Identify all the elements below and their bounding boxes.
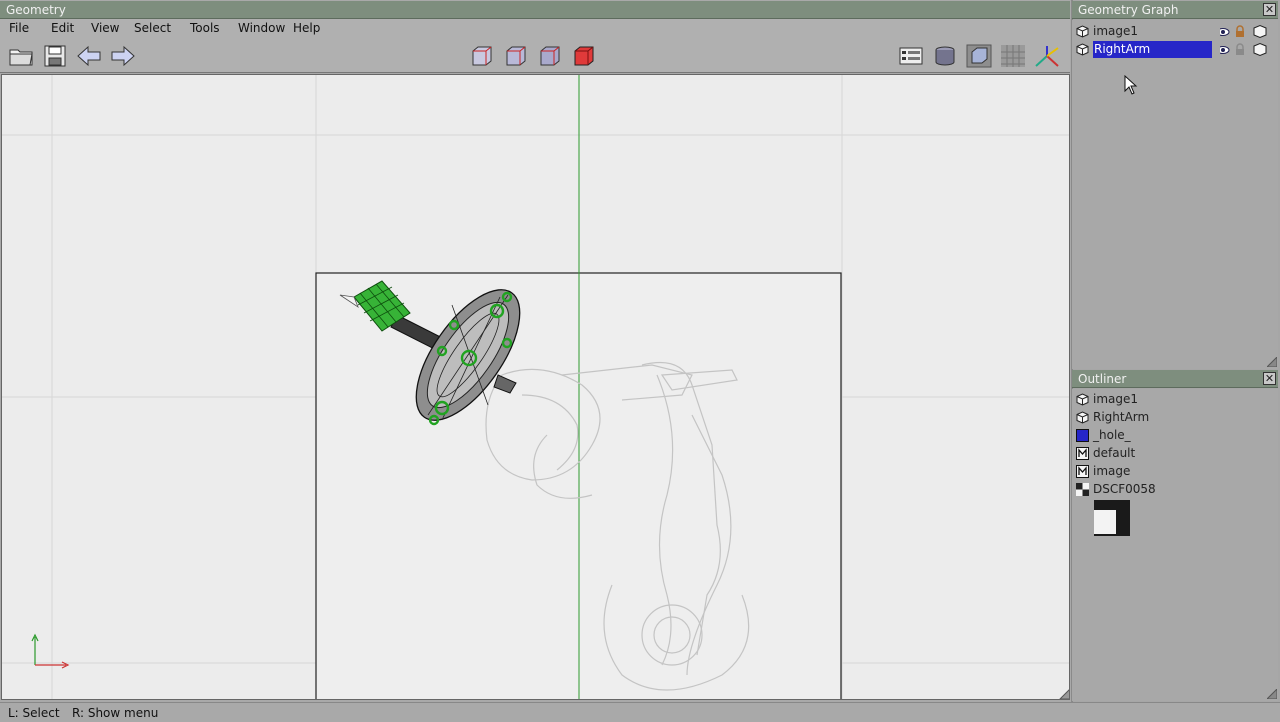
geometry-graph-item-image1[interactable]: image1 (1074, 23, 1274, 40)
solid-red-cube-icon[interactable] (571, 44, 597, 68)
menu-edit[interactable]: Edit (51, 21, 74, 35)
material-icon (1076, 465, 1089, 478)
geometry-graph-item-rightarm[interactable]: RightArm (1074, 41, 1274, 58)
item-visibility-controls[interactable] (1220, 41, 1270, 58)
cube-icon (1076, 25, 1089, 38)
cube-icon (1076, 411, 1089, 424)
outliner-item-dscf0058[interactable]: DSCF0058 (1074, 481, 1274, 498)
toolbar (0, 39, 1070, 73)
geometry-window-titlebar: Geometry (0, 1, 1070, 19)
status-right-hint: R: Show menu (72, 706, 159, 720)
panel-resize-grip[interactable] (1267, 689, 1277, 699)
outliner-item-label: _hole_ (1093, 428, 1131, 442)
panel-resize-grip[interactable] (1267, 357, 1277, 367)
outliner-titlebar: Outliner ✕ (1072, 370, 1278, 388)
mouse-cursor-icon (1124, 75, 1138, 95)
outliner-item-label: default (1093, 446, 1136, 460)
outliner-item-label: image (1093, 464, 1131, 478)
material-icon (1076, 447, 1089, 460)
list-view-icon[interactable] (898, 44, 924, 68)
menu-select[interactable]: Select (134, 21, 171, 35)
outliner-item-image[interactable]: image (1074, 463, 1274, 480)
undo-arrow-icon[interactable] (76, 44, 102, 68)
geometry-graph-title: Geometry Graph (1078, 3, 1179, 17)
status-bar: L: Select R: Show menu (0, 702, 1280, 720)
viewport-resize-grip[interactable] (1059, 689, 1070, 699)
cube-icon (1076, 393, 1089, 406)
menu-file[interactable]: File (9, 21, 29, 35)
outliner-item-rightarm[interactable]: RightArm (1074, 409, 1274, 426)
outliner-item-label: DSCF0058 (1093, 482, 1156, 496)
open-folder-icon[interactable] (8, 44, 34, 68)
outliner-panel: image1 RightArm _hole_ default image DSC… (1072, 389, 1278, 701)
menubar: File Edit View Select Tools Window Help (0, 19, 1070, 39)
texture-icon (1076, 483, 1089, 496)
grid-floor-icon[interactable] (1000, 44, 1026, 68)
geometry-graph-item-label: image1 (1093, 24, 1139, 38)
wireframe-cube-icon[interactable] (469, 44, 495, 68)
axes-icon[interactable] (1034, 44, 1060, 68)
status-left-hint: L: Select (8, 706, 60, 720)
outliner-item-hole[interactable]: _hole_ (1074, 427, 1274, 444)
geometry-window-title: Geometry (6, 3, 66, 17)
geometry-graph-titlebar: Geometry Graph ✕ (1072, 1, 1278, 19)
shaded-cylinder-icon[interactable] (932, 44, 958, 68)
item-visibility-controls[interactable] (1220, 23, 1270, 40)
menu-help[interactable]: Help (293, 21, 320, 35)
geometry-graph-item-label-selected: RightArm (1093, 41, 1212, 58)
geometry-graph-panel: image1 RightArm (1072, 20, 1278, 369)
viewport-canvas (2, 75, 1070, 699)
blue-swatch-icon (1076, 429, 1089, 442)
geometry-graph-close-button[interactable]: ✕ (1263, 3, 1276, 16)
menu-view[interactable]: View (91, 21, 119, 35)
outliner-close-button[interactable]: ✕ (1263, 372, 1276, 385)
outliner-item-default[interactable]: default (1074, 445, 1274, 462)
3d-viewport[interactable] (1, 74, 1070, 700)
menu-tools[interactable]: Tools (190, 21, 220, 35)
hidden-line-cube-icon[interactable] (503, 44, 529, 68)
outliner-item-label: RightArm (1093, 410, 1150, 424)
flat-shaded-cube-icon[interactable] (537, 44, 563, 68)
outliner-item-label: image1 (1093, 392, 1139, 406)
texture-thumbnail[interactable] (1094, 500, 1130, 536)
save-icon[interactable] (42, 44, 68, 68)
outliner-title: Outliner (1078, 372, 1127, 386)
cube-icon (1076, 43, 1089, 56)
outliner-item-image1[interactable]: image1 (1074, 391, 1274, 408)
redo-arrow-icon[interactable] (110, 44, 136, 68)
menu-window[interactable]: Window (238, 21, 285, 35)
smooth-cube-icon[interactable] (966, 44, 992, 68)
